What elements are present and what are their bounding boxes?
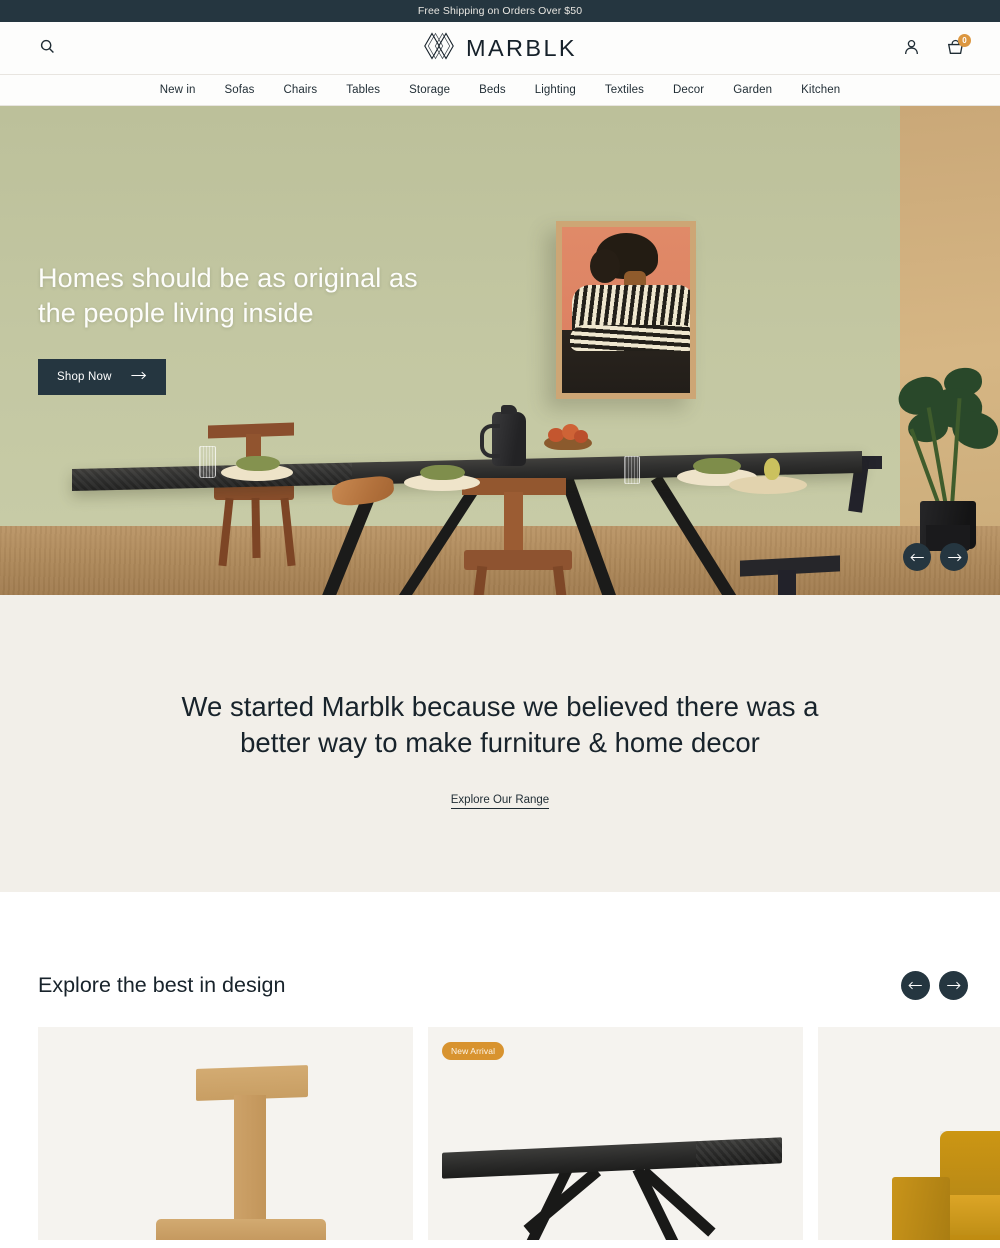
product-carousel-section: Explore the best in design New Arrival bbox=[0, 892, 1000, 1240]
nav-item-storage[interactable]: Storage bbox=[395, 84, 465, 96]
account-button[interactable] bbox=[896, 33, 926, 63]
brand-lockup: MARBLK bbox=[0, 31, 1000, 65]
search-icon bbox=[40, 39, 55, 57]
header-right-group: 0 bbox=[896, 33, 971, 63]
search-button[interactable] bbox=[32, 33, 62, 63]
arrow-right-icon bbox=[947, 550, 962, 565]
nav-item-kitchen[interactable]: Kitchen bbox=[787, 84, 855, 96]
product-section-title: Explore the best in design bbox=[38, 973, 286, 997]
nav-item-sofas[interactable]: Sofas bbox=[210, 84, 269, 96]
status-badge: New Arrival bbox=[442, 1042, 505, 1060]
shop-now-label: Shop Now bbox=[57, 371, 112, 383]
header-left-group bbox=[32, 33, 62, 63]
cart-button[interactable]: 0 bbox=[940, 33, 971, 63]
product-card[interactable]: New Arrival bbox=[428, 1027, 803, 1240]
hero-next-button[interactable] bbox=[940, 543, 968, 571]
primary-nav: New in Sofas Chairs Tables Storage Beds … bbox=[0, 75, 1000, 106]
story-headline-line-2: better way to make furniture & home deco… bbox=[240, 726, 760, 758]
hero-headline: Homes should be as original as the peopl… bbox=[38, 261, 418, 331]
product-card-row: New Arrival bbox=[0, 1000, 1000, 1240]
nav-item-textiles[interactable]: Textiles bbox=[590, 84, 658, 96]
arrow-left-icon bbox=[908, 978, 923, 993]
hero-copy-block: Homes should be as original as the peopl… bbox=[38, 261, 418, 395]
story-headline: We started Marblk because we believed th… bbox=[180, 689, 820, 761]
products-prev-button[interactable] bbox=[901, 971, 930, 1000]
arrow-left-icon bbox=[909, 550, 925, 565]
story-headline-line-1: We started Marblk because we believed th… bbox=[181, 690, 819, 722]
product-section-header: Explore the best in design bbox=[0, 971, 1000, 1000]
nav-item-lighting[interactable]: Lighting bbox=[520, 84, 590, 96]
explore-our-range-link[interactable]: Explore Our Range bbox=[450, 794, 550, 809]
nav-item-garden[interactable]: Garden bbox=[719, 84, 787, 96]
hero-carousel: Homes should be as original as the peopl… bbox=[0, 106, 1000, 595]
nav-item-beds[interactable]: Beds bbox=[465, 84, 521, 96]
products-next-button[interactable] bbox=[939, 971, 968, 1000]
cart-count-badge: 0 bbox=[958, 34, 971, 47]
hero-carousel-controls bbox=[903, 543, 968, 571]
shop-now-button[interactable]: Shop Now bbox=[38, 359, 166, 395]
product-carousel-controls bbox=[901, 971, 968, 1000]
hero-headline-line-2: the people living inside bbox=[38, 298, 314, 328]
framed-artwork bbox=[556, 221, 696, 399]
brand-story-section: We started Marblk because we believed th… bbox=[0, 595, 1000, 892]
brand-name[interactable]: MARBLK bbox=[466, 35, 577, 62]
announcement-text: Free Shipping on Orders Over $50 bbox=[417, 5, 583, 17]
arrow-right-icon bbox=[131, 371, 148, 383]
announcement-bar: Free Shipping on Orders Over $50 bbox=[0, 0, 1000, 22]
nav-item-chairs[interactable]: Chairs bbox=[269, 84, 332, 96]
nav-item-tables[interactable]: Tables bbox=[332, 84, 395, 96]
account-person-icon bbox=[904, 39, 919, 58]
product-card[interactable] bbox=[38, 1027, 413, 1240]
hero-prev-button[interactable] bbox=[903, 543, 931, 571]
nav-item-new-in[interactable]: New in bbox=[145, 84, 210, 96]
arrow-right-icon bbox=[946, 978, 961, 993]
product-card[interactable] bbox=[818, 1027, 1000, 1240]
nav-item-decor[interactable]: Decor bbox=[659, 84, 719, 96]
site-header: MARBLK 0 bbox=[0, 22, 1000, 75]
double-diamond-logo-icon[interactable] bbox=[423, 31, 455, 65]
hero-headline-line-1: Homes should be as original as bbox=[38, 263, 418, 293]
